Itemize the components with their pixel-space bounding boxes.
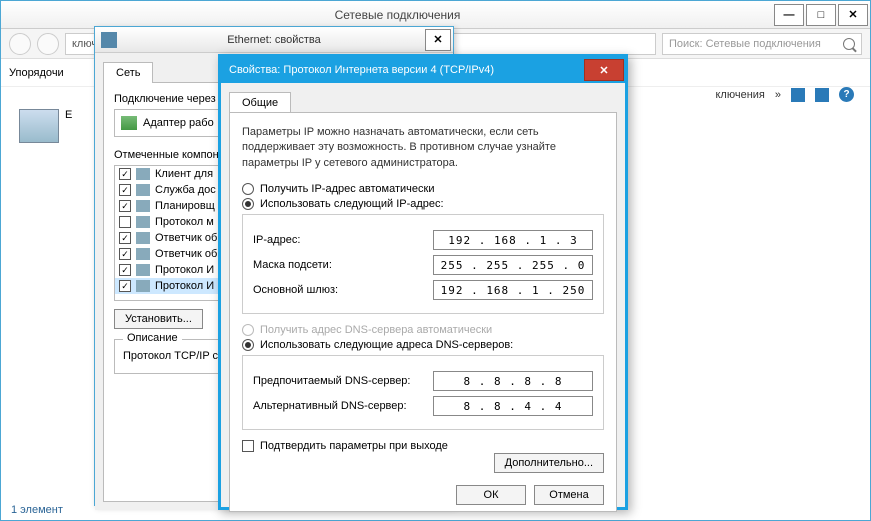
- subnet-mask-label: Маска подсети:: [253, 259, 433, 271]
- component-icon: [136, 200, 150, 212]
- eth-titlebar: Ethernet: свойства ✕: [95, 27, 453, 53]
- eth-dialog-title: Ethernet: свойства: [123, 34, 425, 46]
- ipv4-close-button[interactable]: ✕: [584, 59, 624, 81]
- checkbox[interactable]: ✓: [119, 200, 131, 212]
- checkbox[interactable]: ✓: [119, 232, 131, 244]
- preferred-dns-input[interactable]: 8 . 8 . 8 . 8: [433, 371, 593, 391]
- component-icon: [136, 280, 150, 292]
- checkbox[interactable]: ✓: [119, 168, 131, 180]
- confirm-checkbox-row[interactable]: Подтвердить параметры при выходе: [242, 440, 604, 452]
- search-input[interactable]: Поиск: Сетевые подключения: [662, 33, 862, 55]
- right-toolbar: ключения » ?: [715, 87, 854, 102]
- radio-icon: [242, 198, 254, 210]
- preferred-dns-label: Предпочитаемый DNS-сервер:: [253, 375, 433, 387]
- radio-icon: [242, 339, 254, 351]
- adapter-name: Адаптер рабо: [143, 117, 214, 129]
- statusbar-text: 1 элемент: [11, 504, 63, 516]
- component-icon: [136, 168, 150, 180]
- search-icon: [843, 38, 855, 50]
- ethernet-icon: [101, 32, 117, 48]
- ip-settings-group: IP-адрес:192 . 168 . 1 . 3 Маска подсети…: [242, 214, 604, 314]
- cancel-button[interactable]: Отмена: [534, 485, 604, 505]
- radio-auto-ip[interactable]: Получить IP-адрес автоматически: [242, 183, 604, 195]
- dns-settings-group: Предпочитаемый DNS-сервер:8 . 8 . 8 . 8 …: [242, 355, 604, 430]
- help-icon[interactable]: ?: [839, 87, 854, 102]
- search-placeholder: Поиск: Сетевые подключения: [669, 38, 821, 50]
- component-icon: [136, 232, 150, 244]
- radio-icon: [242, 183, 254, 195]
- adapter-icon: [121, 116, 137, 130]
- radio-label: Использовать следующий IP-адрес:: [260, 198, 444, 210]
- view-icon[interactable]: [791, 88, 805, 102]
- radio-label: Получить адрес DNS-сервера автоматически: [260, 324, 492, 336]
- checkbox[interactable]: ✓: [119, 248, 131, 260]
- component-icon: [136, 248, 150, 260]
- radio-auto-dns: Получить адрес DNS-сервера автоматически: [242, 324, 604, 336]
- details-icon[interactable]: [815, 88, 829, 102]
- ipv4-titlebar: Свойства: Протокол Интернета версии 4 (T…: [221, 57, 625, 83]
- description-label: Описание: [123, 332, 182, 344]
- main-window-title: Сетевые подключения: [21, 8, 774, 22]
- alternate-dns-input[interactable]: 8 . 8 . 4 . 4: [433, 396, 593, 416]
- ip-address-input[interactable]: 192 . 168 . 1 . 3: [433, 230, 593, 250]
- close-button[interactable]: ✕: [838, 4, 868, 26]
- gateway-label: Основной шлюз:: [253, 284, 433, 296]
- checkbox[interactable]: ✓: [119, 280, 131, 292]
- confirm-label: Подтвердить параметры при выходе: [260, 440, 448, 452]
- ipv4-dialog-title: Свойства: Протокол Интернета версии 4 (T…: [229, 64, 584, 76]
- tab-network[interactable]: Сеть: [103, 62, 153, 83]
- organize-menu[interactable]: Упорядочи: [9, 67, 64, 79]
- component-icon: [136, 184, 150, 196]
- info-text: Параметры IP можно назначать автоматичес…: [242, 125, 604, 171]
- subnet-mask-input[interactable]: 255 . 255 . 255 . 0: [433, 255, 593, 275]
- radio-manual-ip[interactable]: Использовать следующий IP-адрес:: [242, 198, 604, 210]
- tab-general[interactable]: Общие: [229, 92, 291, 113]
- ip-address-label: IP-адрес:: [253, 234, 433, 246]
- alternate-dns-label: Альтернативный DNS-сервер:: [253, 400, 433, 412]
- maximize-button[interactable]: □: [806, 4, 836, 26]
- component-icon: [136, 216, 150, 228]
- eth-close-button[interactable]: ✕: [425, 29, 451, 51]
- checkbox[interactable]: ✓: [119, 264, 131, 276]
- checkbox[interactable]: [119, 216, 131, 228]
- ipv4-properties-dialog: Свойства: Протокол Интернета версии 4 (T…: [218, 54, 628, 510]
- checkbox[interactable]: [242, 440, 254, 452]
- connection-label: E: [65, 109, 72, 121]
- main-titlebar: Сетевые подключения — □ ✕: [1, 1, 870, 29]
- gateway-input[interactable]: 192 . 168 . 1 . 250: [433, 280, 593, 300]
- forward-button[interactable]: [37, 33, 59, 55]
- radio-manual-dns[interactable]: Использовать следующие адреса DNS-сервер…: [242, 339, 604, 351]
- radio-label: Использовать следующие адреса DNS-сервер…: [260, 339, 513, 351]
- minimize-button[interactable]: —: [774, 4, 804, 26]
- radio-label: Получить IP-адрес автоматически: [260, 183, 434, 195]
- right-hint-text: ключения: [715, 89, 764, 101]
- connection-item[interactable]: E: [19, 109, 72, 143]
- ethernet-adapter-icon: [19, 109, 59, 143]
- radio-icon: [242, 324, 254, 336]
- back-button[interactable]: [9, 33, 31, 55]
- install-button[interactable]: Установить...: [114, 309, 203, 329]
- advanced-button[interactable]: Дополнительно...: [494, 453, 604, 473]
- component-icon: [136, 264, 150, 276]
- checkbox[interactable]: ✓: [119, 184, 131, 196]
- ok-button[interactable]: ОК: [456, 485, 526, 505]
